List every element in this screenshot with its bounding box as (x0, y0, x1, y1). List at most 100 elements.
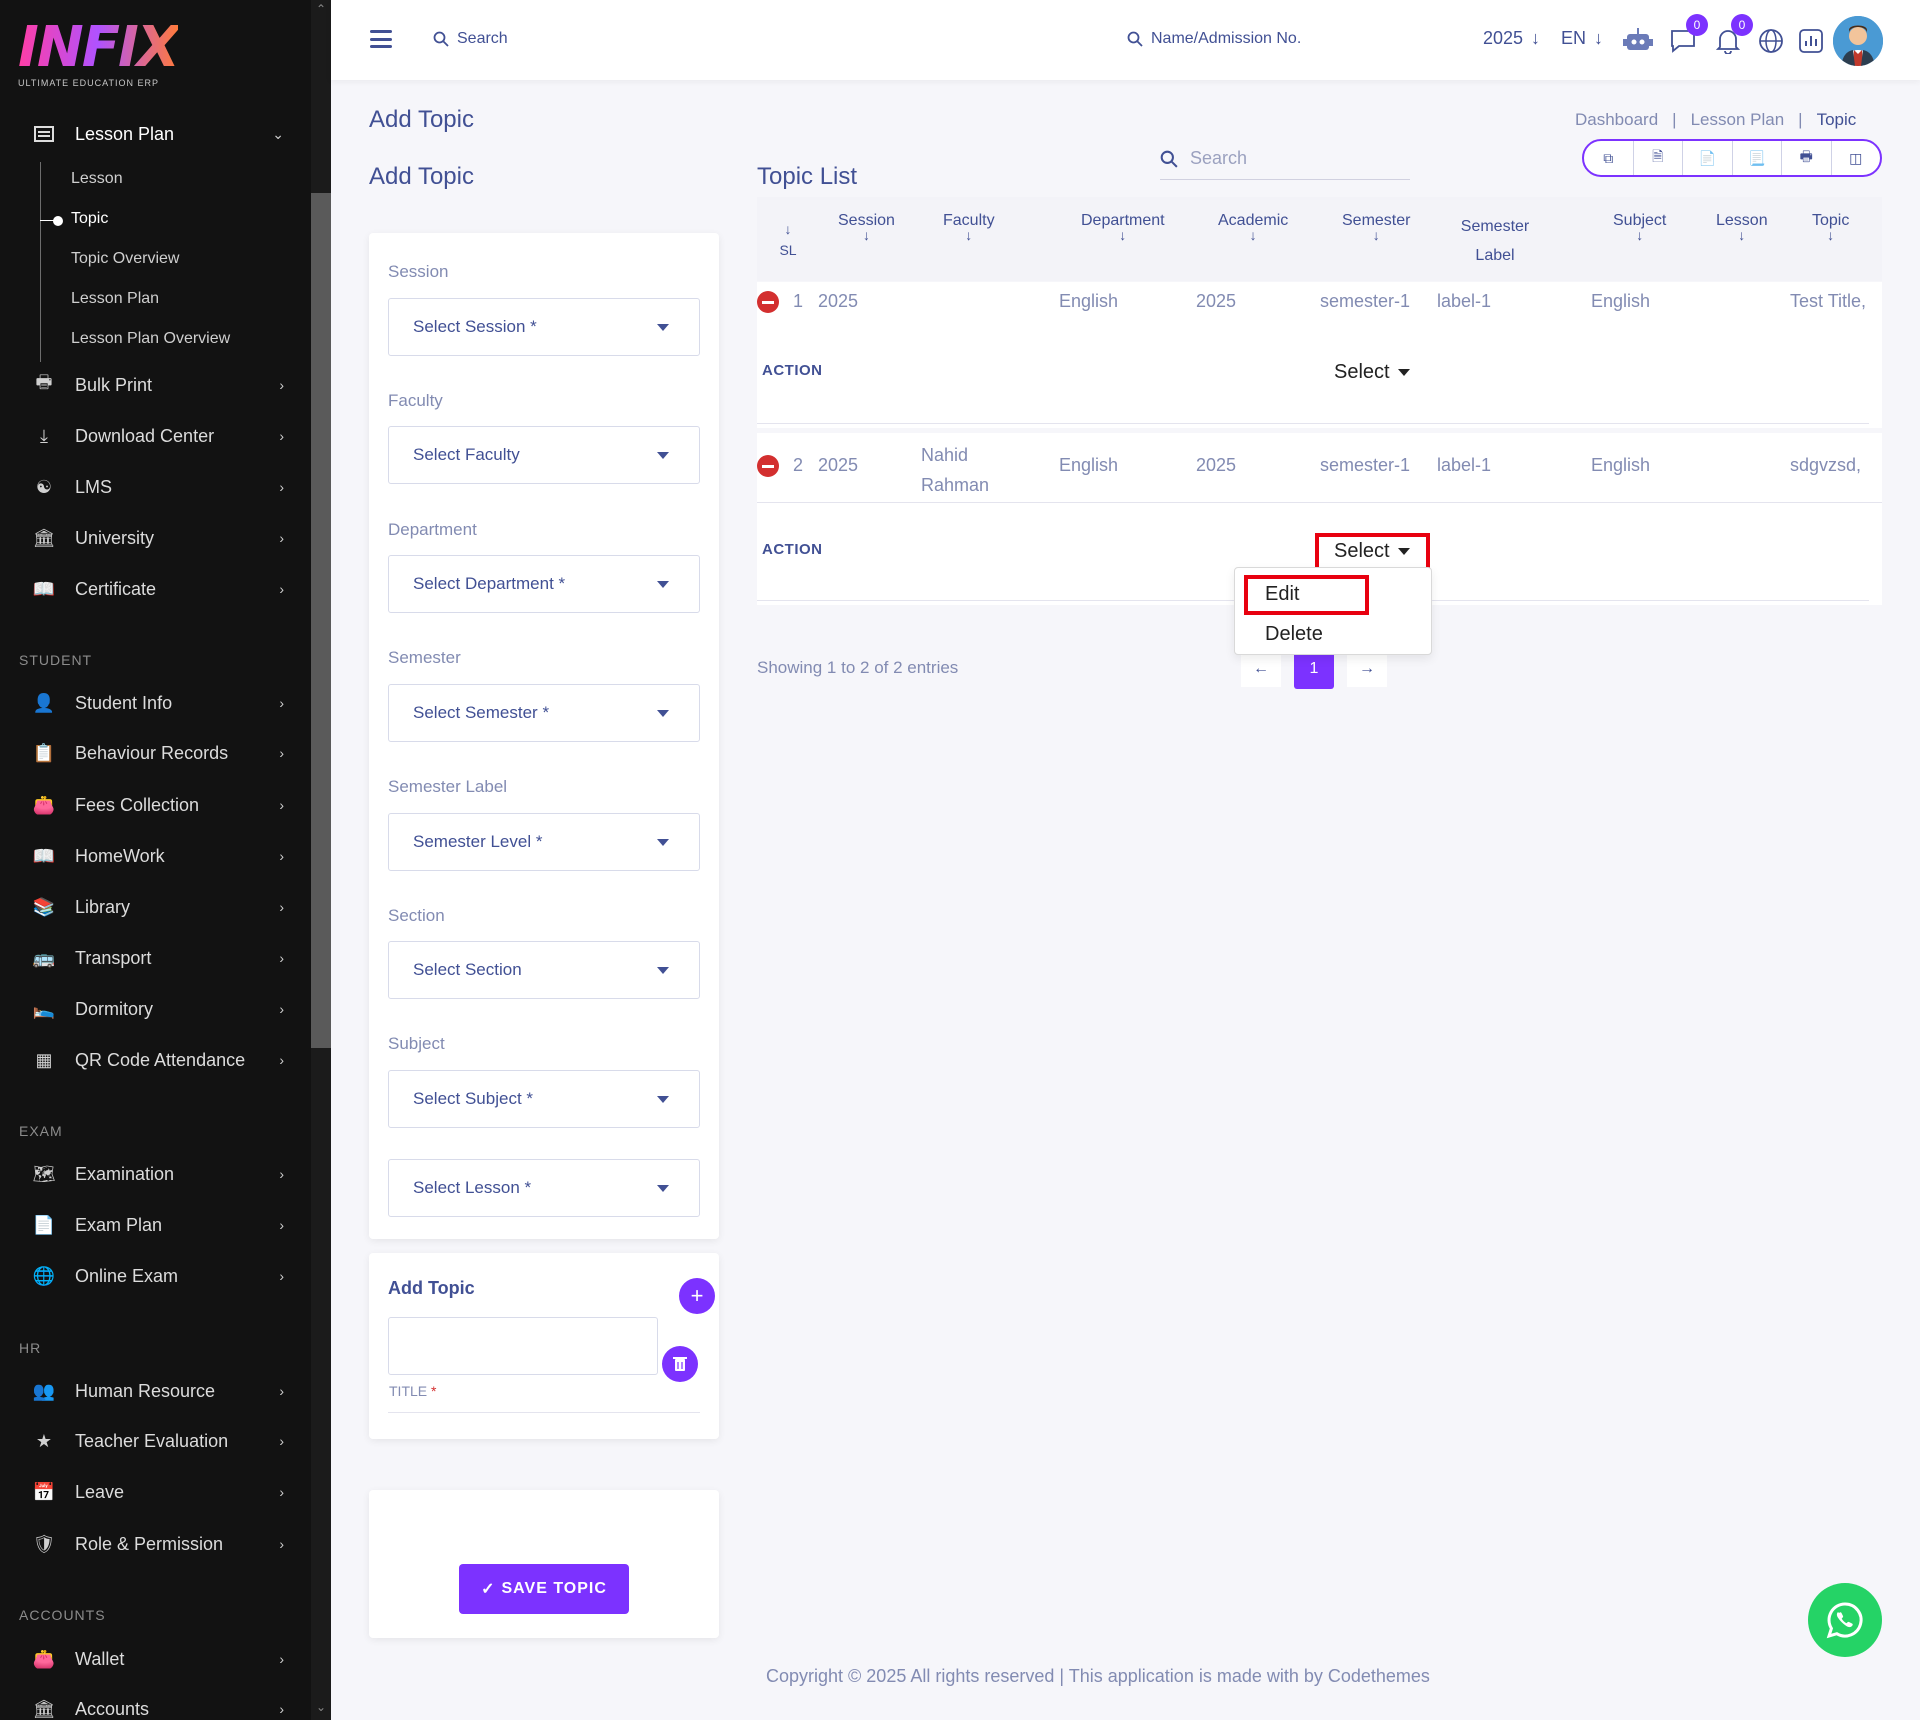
faculty-select[interactable]: Select Faculty (388, 426, 700, 484)
sidebar-item-student-info[interactable]: 👤 Student Info › (0, 683, 311, 723)
breadcrumb-lesson-plan[interactable]: Lesson Plan (1691, 110, 1785, 130)
section-label: Section (388, 906, 445, 925)
year-select[interactable]: 2025 ↓ (1483, 28, 1540, 49)
section-select[interactable]: Select Section (388, 941, 700, 999)
logo[interactable]: INFIX ULTIMATE EDUCATION ERP (18, 20, 180, 89)
whatsapp-button[interactable] (1808, 1583, 1882, 1657)
sidebar-item-wallet[interactable]: 👛 Wallet › (0, 1639, 311, 1679)
column-semester-label[interactable]: Semester Label (1459, 212, 1531, 270)
search-icon (1127, 31, 1143, 47)
column-faculty[interactable]: Faculty ↓ (943, 212, 995, 242)
book-icon: 📖 (32, 578, 56, 599)
breadcrumb-dashboard[interactable]: Dashboard (1575, 110, 1658, 130)
bell-icon[interactable]: 0 (1713, 14, 1753, 56)
session-select[interactable]: Select Session * (388, 298, 700, 356)
sidebar-item-behaviour-records[interactable]: 📋 Behaviour Records › (0, 733, 311, 773)
sidebar-subitem-lesson-plan-overview[interactable]: Lesson Plan Overview (71, 330, 230, 348)
language-select[interactable]: EN ↓ (1561, 28, 1603, 49)
action-select-row-1[interactable]: Select (1334, 361, 1410, 384)
bus-icon: 🚌 (32, 947, 56, 968)
sidebar-item-examination[interactable]: 🗺 Examination › (0, 1154, 311, 1194)
sidebar-item-fees-collection[interactable]: 👛 Fees Collection › (0, 785, 311, 825)
sidebar-item-teacher-evaluation[interactable]: ★ Teacher Evaluation › (0, 1421, 311, 1461)
next-page-button[interactable]: → (1347, 651, 1387, 687)
sidebar-item-qr-code-attendance[interactable]: ▦ QR Code Attendance › (0, 1040, 311, 1080)
chevron-right-icon: › (279, 1268, 284, 1284)
topic-search[interactable]: Search (1160, 138, 1410, 180)
column-semester[interactable]: Semester ↓ (1342, 212, 1410, 242)
column-session[interactable]: Session ↓ (838, 212, 895, 242)
csv-icon[interactable]: 📄 (1683, 141, 1733, 175)
semester-select[interactable]: Select Semester * (388, 684, 700, 742)
sidebar-item-leave[interactable]: 📅 Leave › (0, 1472, 311, 1512)
add-topic-button[interactable]: + (679, 1278, 715, 1314)
scroll-down-icon[interactable]: ⌄ (313, 1700, 329, 1716)
topic-title-input[interactable] (388, 1317, 658, 1375)
global-search[interactable]: Search (433, 30, 508, 48)
sidebar-item-label: Dormitory (75, 998, 154, 1019)
sidebar-subitem-lesson[interactable]: Lesson (71, 170, 123, 188)
add-topic-heading: Add Topic (388, 1278, 475, 1298)
chat-icon[interactable]: 0 (1668, 14, 1708, 56)
column-topic[interactable]: Topic ↓ (1812, 212, 1849, 242)
excel-icon[interactable]: 🗎 (1634, 141, 1683, 175)
divider (388, 1412, 700, 1413)
sidebar-item-bulk-print[interactable]: 🖶 Bulk Print › (0, 365, 311, 405)
sidebar-item-homework[interactable]: 📖 HomeWork › (0, 836, 311, 876)
column-department[interactable]: Department ↓ (1081, 212, 1165, 242)
page-1-button[interactable]: 1 (1294, 649, 1334, 689)
delete-topic-button[interactable] (662, 1346, 698, 1382)
cell-topic: sdgvzsd, (1790, 455, 1862, 475)
column-lesson[interactable]: Lesson ↓ (1716, 212, 1768, 243)
chart-icon[interactable] (1798, 28, 1824, 54)
sidebar-subitem-topic[interactable]: Topic (71, 210, 108, 228)
sidebar-item-online-exam[interactable]: 🌐 Online Exam › (0, 1256, 311, 1296)
sidebar-item-accounts[interactable]: 🏛 Accounts › (0, 1689, 311, 1720)
save-topic-button[interactable]: ✓ SAVE TOPIC (459, 1564, 629, 1614)
sidebar-subitem-lesson-plan[interactable]: Lesson Plan (71, 290, 159, 308)
collapse-row-icon[interactable] (757, 291, 779, 313)
table-header (757, 197, 1882, 281)
robot-icon[interactable] (1622, 24, 1654, 56)
subject-select[interactable]: Select Subject * (388, 1070, 700, 1128)
sidebar-item-lesson-plan[interactable]: Lesson Plan ⌄ (0, 114, 311, 154)
sidebar-item-dormitory[interactable]: 🛌 Dormitory › (0, 989, 311, 1029)
sidebar-subitem-topic-overview[interactable]: Topic Overview (71, 250, 179, 268)
column-label: Semester Label (1460, 218, 1530, 264)
sidebar-item-lms[interactable]: ☯ LMS › (0, 467, 311, 507)
hamburger-menu-icon[interactable] (370, 30, 392, 48)
chevron-right-icon: › (279, 1383, 284, 1399)
dropdown-delete[interactable]: Delete (1265, 623, 1323, 646)
column-sl[interactable]: ↓ SL (776, 222, 800, 258)
chevron-right-icon: › (279, 428, 284, 444)
cell-semester: semester-1 (1320, 291, 1411, 311)
admission-search[interactable]: Name/Admission No. (1127, 30, 1301, 48)
pdf-icon[interactable]: 📃 (1733, 141, 1782, 175)
semester-level-select[interactable]: Semester Level * (388, 813, 700, 871)
print-icon[interactable]: 🖶 (1782, 141, 1832, 175)
globe-icon[interactable] (1758, 28, 1784, 54)
sidebar-item-transport[interactable]: 🚌 Transport › (0, 938, 311, 978)
sidebar-item-human-resource[interactable]: 👥 Human Resource › (0, 1371, 311, 1411)
collapse-row-icon[interactable] (757, 455, 779, 477)
column-academic[interactable]: Academic ↓ (1218, 212, 1288, 242)
sidebar-item-exam-plan[interactable]: 📄 Exam Plan › (0, 1205, 311, 1245)
columns-icon[interactable]: ◫ (1832, 141, 1881, 175)
sidebar-item-library[interactable]: 📚 Library › (0, 887, 311, 927)
prev-page-button[interactable]: ← (1241, 651, 1281, 687)
sidebar-item-download-center[interactable]: ⤓ Download Center › (0, 416, 311, 456)
sidebar-item-role-permission[interactable]: 🛡 Role & Permission › (0, 1524, 311, 1564)
bank-icon: 🏛 (32, 527, 56, 548)
cell-topic: Test Title, (1790, 291, 1867, 311)
section-accounts: ACCOUNTS (19, 1607, 106, 1623)
avatar[interactable] (1833, 16, 1883, 66)
scroll-up-icon[interactable]: ⌃ (313, 2, 329, 18)
column-subject[interactable]: Subject ↓ (1613, 212, 1666, 242)
sidebar-scroll-thumb[interactable] (311, 193, 331, 1048)
lesson-select[interactable]: Select Lesson * (388, 1159, 700, 1217)
sidebar-item-certificate[interactable]: 📖 Certificate › (0, 569, 311, 609)
copy-icon[interactable]: ⧉ (1584, 141, 1634, 175)
department-select[interactable]: Select Department * (388, 555, 700, 613)
sort-arrow-icon: ↓ (1738, 227, 1746, 243)
sidebar-item-university[interactable]: 🏛 University › (0, 518, 311, 558)
